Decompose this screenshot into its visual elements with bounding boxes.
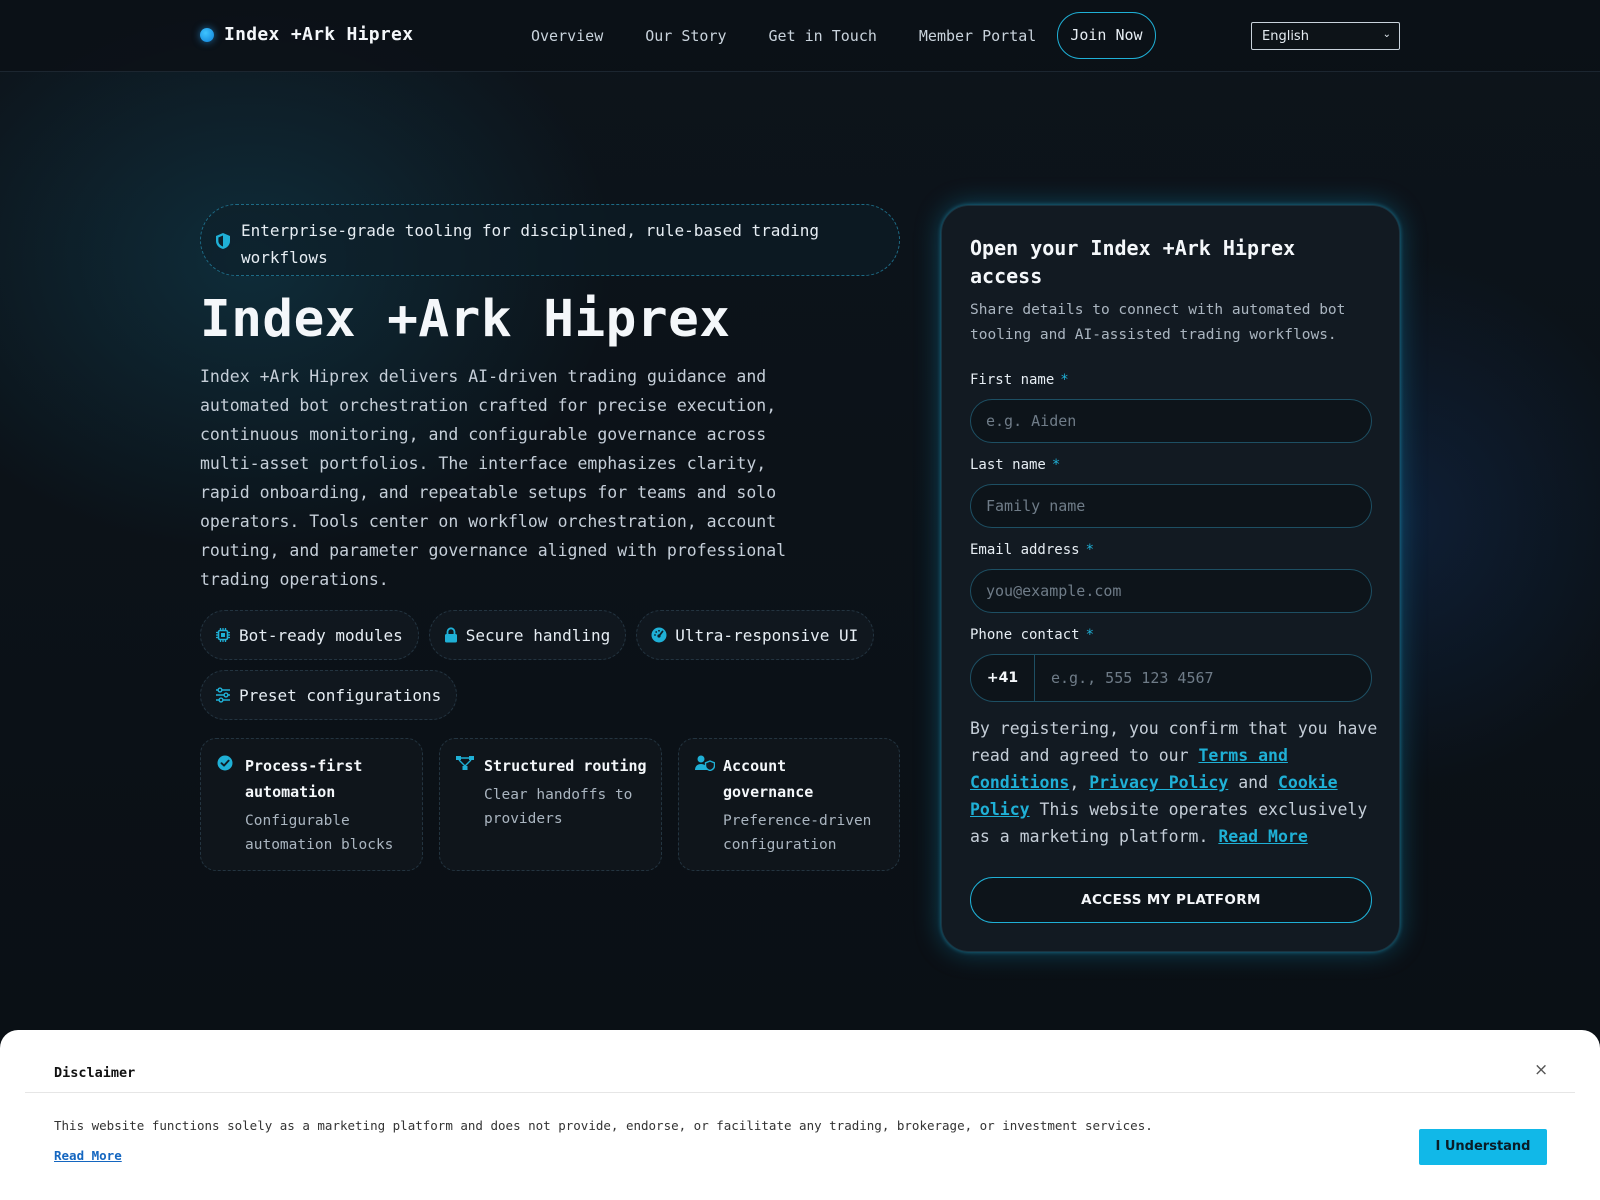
required-mark: * — [1060, 372, 1069, 388]
language-value: English — [1262, 29, 1309, 44]
label-text: Last name — [970, 457, 1046, 473]
pill-preset-configurations: Preset configurations — [200, 670, 458, 720]
phone-label: Phone contact * — [970, 627, 1094, 643]
pill-bot-ready-modules: Bot-ready modules — [200, 610, 419, 660]
legal-text: and — [1228, 773, 1278, 792]
card-description: Configurable automation blocks — [245, 813, 394, 853]
card-description: Clear handoffs to providers — [484, 787, 633, 827]
join-now-button[interactable]: Join Now — [1057, 12, 1156, 59]
gauge-icon — [651, 627, 667, 643]
brand-logo-icon — [200, 27, 214, 42]
access-platform-button[interactable]: ACCESS MY PLATFORM — [970, 877, 1372, 923]
required-mark: * — [1085, 627, 1095, 643]
last-name-label: Last name * — [970, 457, 1060, 473]
feature-cards: Process-first automation Configurable au… — [200, 738, 900, 871]
nav-links: Overview Our Story Get in Touch Member P… — [510, 12, 1156, 59]
hero-badge-text: Enterprise-grade tooling for disciplined… — [241, 221, 819, 267]
phone-field: +41 e.g., 555 123 4567 — [970, 654, 1372, 702]
routing-icon — [456, 755, 474, 774]
nav-link-our-story[interactable]: Our Story — [624, 13, 747, 59]
nav-link-get-in-touch[interactable]: Get in Touch — [748, 13, 898, 59]
placeholder: Family name — [986, 497, 1086, 515]
disclaimer-read-more-link[interactable]: Read More — [54, 1148, 122, 1163]
placeholder: you@example.com — [986, 582, 1122, 600]
email-input[interactable]: you@example.com — [970, 569, 1372, 613]
brand[interactable]: Index +Ark Hiprex — [200, 24, 413, 45]
nav-link-overview[interactable]: Overview — [510, 13, 624, 59]
brand-name: Index +Ark Hiprex — [224, 24, 414, 45]
signup-panel: Open your Index +Ark Hiprex access Share… — [941, 205, 1400, 952]
card-title: Process-first automation — [245, 757, 363, 801]
form-subtitle: Share details to connect with automated … — [970, 302, 1346, 343]
sliders-icon — [216, 687, 230, 703]
card-title: Account governance — [723, 757, 814, 801]
check-circle-icon — [217, 755, 233, 775]
legal-text: , — [1069, 773, 1090, 792]
read-more-link[interactable]: Read More — [1218, 827, 1307, 846]
user-shield-icon — [695, 755, 716, 775]
language-select[interactable]: English ⌄ — [1251, 22, 1400, 50]
card-title: Structured routing — [484, 757, 647, 775]
close-icon[interactable]: × — [1534, 1060, 1548, 1080]
card-structured-routing: Structured routing Clear handoffs to pro… — [439, 738, 662, 871]
understand-button[interactable]: I Understand — [1419, 1129, 1547, 1165]
disclaimer-banner: Disclaimer × This website functions sole… — [0, 1030, 1600, 1200]
lock-icon — [444, 627, 457, 643]
card-account-governance: Account governance Preference-driven con… — [678, 738, 900, 871]
pill-label: Preset configurations — [239, 685, 442, 705]
feature-pills: Bot-ready modules Secure handling Ultra-… — [200, 610, 900, 720]
chip-icon — [216, 628, 230, 642]
privacy-link[interactable]: Privacy Policy — [1089, 773, 1228, 792]
pill-label: Secure handling — [465, 625, 611, 645]
divider — [25, 1092, 1575, 1093]
required-mark: * — [1085, 542, 1095, 558]
hero-description: Index +Ark Hiprex delivers AI-driven tra… — [200, 367, 787, 589]
label-text: Email address — [970, 542, 1080, 558]
disclaimer-title: Disclaimer — [54, 1065, 136, 1081]
first-name-input[interactable]: e.g. Aiden — [970, 399, 1372, 443]
card-process-first-automation: Process-first automation Configurable au… — [200, 738, 423, 871]
pill-label: Bot-ready modules — [239, 625, 403, 645]
form-title: Open your Index +Ark Hiprex access — [970, 236, 1296, 288]
label-text: Phone contact — [970, 627, 1080, 643]
shield-icon — [215, 231, 231, 258]
required-mark: * — [1051, 457, 1061, 473]
disclaimer-text: This website functions solely as a marke… — [54, 1118, 1153, 1133]
chevron-down-icon: ⌄ — [1382, 29, 1391, 40]
page-title: Index +Ark Hiprex — [200, 290, 731, 349]
label-text: First name — [970, 372, 1055, 388]
email-label: Email address * — [970, 542, 1094, 558]
legal-text: By registering, you confirm that you hav… — [970, 719, 1378, 765]
first-name-label: First name * — [970, 372, 1069, 388]
pill-label: Ultra-responsive UI — [675, 625, 859, 645]
pill-ultra-responsive-ui: Ultra-responsive UI — [636, 610, 875, 660]
pill-secure-handling: Secure handling — [428, 610, 627, 660]
last-name-input[interactable]: Family name — [970, 484, 1372, 528]
top-nav: Index +Ark Hiprex Overview Our Story Get… — [0, 0, 1600, 72]
legal-notice: By registering, you confirm that you hav… — [970, 715, 1380, 850]
hero-badge: Enterprise-grade tooling for disciplined… — [200, 204, 900, 276]
phone-input[interactable]: e.g., 555 123 4567 — [1051, 655, 1214, 701]
card-description: Preference-driven configuration — [723, 813, 872, 853]
nav-link-member-portal[interactable]: Member Portal — [898, 13, 1057, 59]
country-code-select[interactable]: +41 — [971, 655, 1035, 701]
placeholder: e.g. Aiden — [986, 412, 1077, 430]
